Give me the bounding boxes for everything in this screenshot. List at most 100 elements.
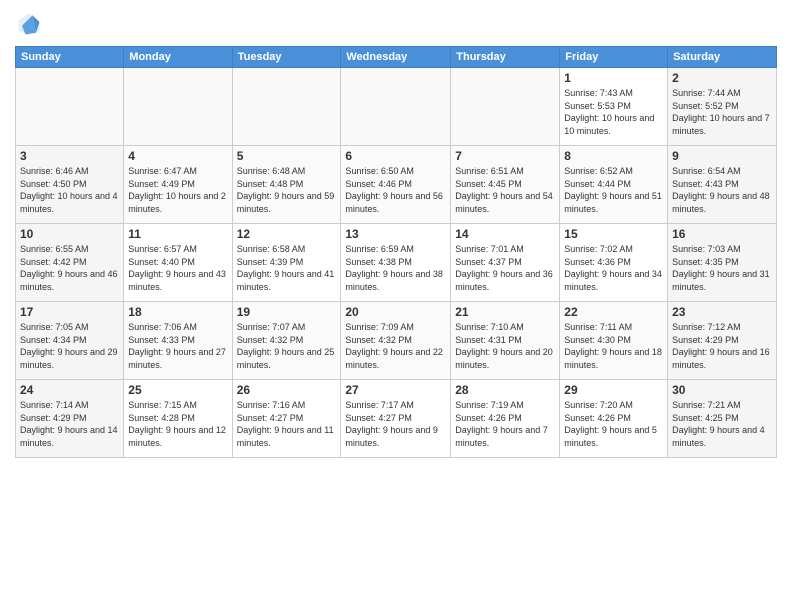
day-number: 13 [345, 227, 446, 241]
calendar-cell: 29 Sunrise: 7:20 AM Sunset: 4:26 PM Dayli… [560, 380, 668, 458]
day-number: 11 [128, 227, 227, 241]
day-info: Sunrise: 6:50 AM Sunset: 4:46 PM Dayligh… [345, 165, 446, 215]
calendar-cell: 28Sunrise: 7:19 AM Sunset: 4:26 PM Dayli… [451, 380, 560, 458]
calendar-week-1: 1 Sunrise: 7:43 AM Sunset: 5:53 PM Daylig… [16, 68, 777, 146]
calendar-cell: 23 Sunrise: 7:12 AM Sunset: 4:29 PM Dayli… [668, 302, 777, 380]
day-info: Sunrise: 6:51 AM Sunset: 4:45 PM Dayligh… [455, 165, 555, 215]
calendar-week-4: 17Sunrise: 7:05 AM Sunset: 4:34 PM Dayli… [16, 302, 777, 380]
calendar-cell: 26 Sunrise: 7:16 AM Sunset: 4:27 PM Dayli… [232, 380, 341, 458]
calendar-cell: 8 Sunrise: 6:52 AM Sunset: 4:44 PM Daylig… [560, 146, 668, 224]
day-info: Sunrise: 7:12 AM Sunset: 4:29 PM Dayligh… [672, 321, 772, 371]
day-info: Sunrise: 7:21 AM Sunset: 4:25 PM Dayligh… [672, 399, 772, 449]
day-info: Sunrise: 7:17 AM Sunset: 4:27 PM Dayligh… [345, 399, 446, 449]
day-info: Sunrise: 7:01 AM Sunset: 4:37 PM Dayligh… [455, 243, 555, 293]
day-number: 18 [128, 305, 227, 319]
calendar-cell: 20 Sunrise: 7:09 AM Sunset: 4:32 PM Dayli… [341, 302, 451, 380]
calendar-cell: 7 Sunrise: 6:51 AM Sunset: 4:45 PM Daylig… [451, 146, 560, 224]
calendar-cell: 9 Sunrise: 6:54 AM Sunset: 4:43 PM Daylig… [668, 146, 777, 224]
calendar-week-5: 24Sunrise: 7:14 AM Sunset: 4:29 PM Dayli… [16, 380, 777, 458]
day-info: Sunrise: 6:59 AM Sunset: 4:38 PM Dayligh… [345, 243, 446, 293]
day-number: 10 [20, 227, 119, 241]
day-info: Sunrise: 7:20 AM Sunset: 4:26 PM Dayligh… [564, 399, 663, 449]
calendar-cell: 27Sunrise: 7:17 AM Sunset: 4:27 PM Dayli… [341, 380, 451, 458]
calendar-cell: 4 Sunrise: 6:47 AM Sunset: 4:49 PM Daylig… [124, 146, 232, 224]
day-header-friday: Friday [560, 47, 668, 68]
day-info: Sunrise: 6:54 AM Sunset: 4:43 PM Dayligh… [672, 165, 772, 215]
day-header-tuesday: Tuesday [232, 47, 341, 68]
calendar-cell: 2 Sunrise: 7:44 AM Sunset: 5:52 PM Daylig… [668, 68, 777, 146]
day-number: 8 [564, 149, 663, 163]
day-number: 15 [564, 227, 663, 241]
day-header-saturday: Saturday [668, 47, 777, 68]
day-info: Sunrise: 7:02 AM Sunset: 4:36 PM Dayligh… [564, 243, 663, 293]
calendar-cell: 15 Sunrise: 7:02 AM Sunset: 4:36 PM Dayli… [560, 224, 668, 302]
logo [15, 10, 47, 38]
day-number: 30 [672, 383, 772, 397]
day-info: Sunrise: 6:55 AM Sunset: 4:42 PM Dayligh… [20, 243, 119, 293]
day-number: 7 [455, 149, 555, 163]
calendar-cell [232, 68, 341, 146]
day-number: 1 [564, 71, 663, 85]
day-number: 9 [672, 149, 772, 163]
calendar-cell: 11 Sunrise: 6:57 AM Sunset: 4:40 PM Dayli… [124, 224, 232, 302]
calendar-cell: 24Sunrise: 7:14 AM Sunset: 4:29 PM Dayli… [16, 380, 124, 458]
day-number: 29 [564, 383, 663, 397]
day-info: Sunrise: 7:16 AM Sunset: 4:27 PM Dayligh… [237, 399, 337, 449]
day-number: 4 [128, 149, 227, 163]
header [15, 10, 777, 38]
day-number: 3 [20, 149, 119, 163]
day-info: Sunrise: 7:43 AM Sunset: 5:53 PM Dayligh… [564, 87, 663, 137]
calendar-cell: 6 Sunrise: 6:50 AM Sunset: 4:46 PM Daylig… [341, 146, 451, 224]
calendar-cell: 16Sunrise: 7:03 AM Sunset: 4:35 PM Dayli… [668, 224, 777, 302]
calendar-cell [451, 68, 560, 146]
day-info: Sunrise: 7:05 AM Sunset: 4:34 PM Dayligh… [20, 321, 119, 371]
page: SundayMondayTuesdayWednesdayThursdayFrid… [0, 0, 792, 612]
day-info: Sunrise: 7:44 AM Sunset: 5:52 PM Dayligh… [672, 87, 772, 137]
calendar-cell: 12Sunrise: 6:58 AM Sunset: 4:39 PM Dayli… [232, 224, 341, 302]
calendar-header-row: SundayMondayTuesdayWednesdayThursdayFrid… [16, 47, 777, 68]
day-number: 23 [672, 305, 772, 319]
day-info: Sunrise: 6:57 AM Sunset: 4:40 PM Dayligh… [128, 243, 227, 293]
day-info: Sunrise: 7:10 AM Sunset: 4:31 PM Dayligh… [455, 321, 555, 371]
day-info: Sunrise: 7:19 AM Sunset: 4:26 PM Dayligh… [455, 399, 555, 449]
calendar-cell: 25Sunrise: 7:15 AM Sunset: 4:28 PM Dayli… [124, 380, 232, 458]
calendar-cell: 18Sunrise: 7:06 AM Sunset: 4:33 PM Dayli… [124, 302, 232, 380]
calendar-cell: 5 Sunrise: 6:48 AM Sunset: 4:48 PM Daylig… [232, 146, 341, 224]
day-number: 26 [237, 383, 337, 397]
day-number: 2 [672, 71, 772, 85]
day-header-monday: Monday [124, 47, 232, 68]
day-header-thursday: Thursday [451, 47, 560, 68]
day-number: 14 [455, 227, 555, 241]
calendar-cell [16, 68, 124, 146]
day-header-wednesday: Wednesday [341, 47, 451, 68]
day-number: 16 [672, 227, 772, 241]
day-info: Sunrise: 7:09 AM Sunset: 4:32 PM Dayligh… [345, 321, 446, 371]
day-number: 6 [345, 149, 446, 163]
day-info: Sunrise: 7:07 AM Sunset: 4:32 PM Dayligh… [237, 321, 337, 371]
calendar-week-3: 10 Sunrise: 6:55 AM Sunset: 4:42 PM Dayli… [16, 224, 777, 302]
logo-icon [15, 10, 43, 38]
day-info: Sunrise: 6:48 AM Sunset: 4:48 PM Dayligh… [237, 165, 337, 215]
day-number: 22 [564, 305, 663, 319]
day-number: 25 [128, 383, 227, 397]
calendar-cell: 14 Sunrise: 7:01 AM Sunset: 4:37 PM Dayli… [451, 224, 560, 302]
day-number: 21 [455, 305, 555, 319]
day-number: 12 [237, 227, 337, 241]
calendar-cell: 1 Sunrise: 7:43 AM Sunset: 5:53 PM Daylig… [560, 68, 668, 146]
calendar-week-2: 3 Sunrise: 6:46 AM Sunset: 4:50 PM Daylig… [16, 146, 777, 224]
calendar-cell: 17Sunrise: 7:05 AM Sunset: 4:34 PM Dayli… [16, 302, 124, 380]
calendar-cell [341, 68, 451, 146]
day-info: Sunrise: 6:47 AM Sunset: 4:49 PM Dayligh… [128, 165, 227, 215]
calendar-cell: 19 Sunrise: 7:07 AM Sunset: 4:32 PM Dayli… [232, 302, 341, 380]
calendar-cell [124, 68, 232, 146]
day-info: Sunrise: 7:14 AM Sunset: 4:29 PM Dayligh… [20, 399, 119, 449]
calendar: SundayMondayTuesdayWednesdayThursdayFrid… [15, 46, 777, 458]
day-number: 5 [237, 149, 337, 163]
day-info: Sunrise: 7:11 AM Sunset: 4:30 PM Dayligh… [564, 321, 663, 371]
day-info: Sunrise: 6:52 AM Sunset: 4:44 PM Dayligh… [564, 165, 663, 215]
calendar-cell: 22 Sunrise: 7:11 AM Sunset: 4:30 PM Dayli… [560, 302, 668, 380]
day-number: 20 [345, 305, 446, 319]
day-number: 19 [237, 305, 337, 319]
calendar-cell: 3 Sunrise: 6:46 AM Sunset: 4:50 PM Daylig… [16, 146, 124, 224]
day-info: Sunrise: 6:46 AM Sunset: 4:50 PM Dayligh… [20, 165, 119, 215]
